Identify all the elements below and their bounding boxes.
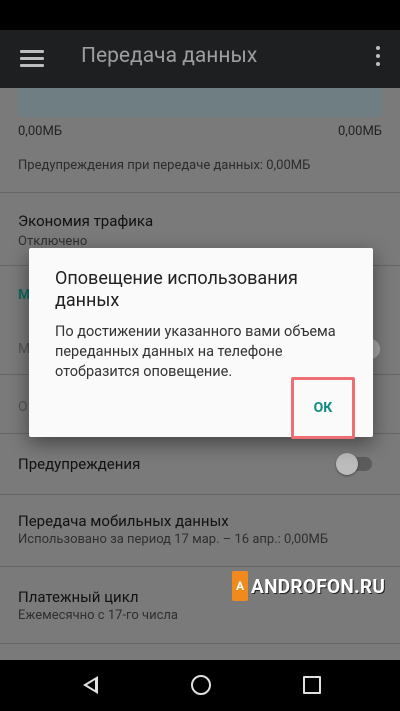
more-options-icon[interactable] xyxy=(374,46,382,70)
divider xyxy=(0,566,400,567)
status-bar xyxy=(0,0,400,30)
ok-button[interactable]: ОК xyxy=(291,377,355,439)
home-icon[interactable] xyxy=(191,675,211,695)
dialog-message: По достижении указанного вами объема пер… xyxy=(55,323,336,380)
billing-cycle-subtitle: Ежемесячно с 17-го числа xyxy=(18,608,178,623)
navigation-bar xyxy=(0,660,400,711)
usage-max-label: 0,00МБ xyxy=(337,124,382,139)
traffic-saver-subtitle: Отключено xyxy=(18,234,88,249)
recent-apps-icon[interactable] xyxy=(303,676,321,694)
menu-icon[interactable] xyxy=(20,50,44,68)
back-icon-inner xyxy=(87,680,95,690)
warnings-title: Предупреждения xyxy=(18,455,141,473)
dialog-title: Оповещение использования данных xyxy=(55,268,298,311)
divider xyxy=(0,643,400,644)
app-bar: Передача данных xyxy=(0,30,400,88)
usage-min-label: 0,00МБ xyxy=(18,124,63,139)
mobile-data-subtitle: Использовано за период 17 мар. – 16 апр.… xyxy=(18,532,329,547)
data-usage-alert-dialog: Оповещение использования данных По дости… xyxy=(29,248,373,439)
divider xyxy=(0,494,400,495)
watermark: A ANDROFON.RU xyxy=(232,571,385,601)
page-title: Передача данных xyxy=(81,44,258,68)
billing-cycle-title: Платежный цикл xyxy=(18,588,139,606)
watermark-text: ANDROFON.RU xyxy=(251,574,386,598)
traffic-saver-title: Экономия трафика xyxy=(18,212,154,230)
warnings-toggle[interactable] xyxy=(336,453,372,475)
usage-chart xyxy=(18,88,382,117)
usage-warning-text: Предупреждения при передаче данных: 0,00… xyxy=(18,158,311,173)
phone-logo-icon: A xyxy=(232,571,248,601)
divider xyxy=(0,192,400,193)
mobile-data-title: Передача мобильных данных xyxy=(18,512,229,530)
hidden-item-label: О xyxy=(18,399,28,415)
